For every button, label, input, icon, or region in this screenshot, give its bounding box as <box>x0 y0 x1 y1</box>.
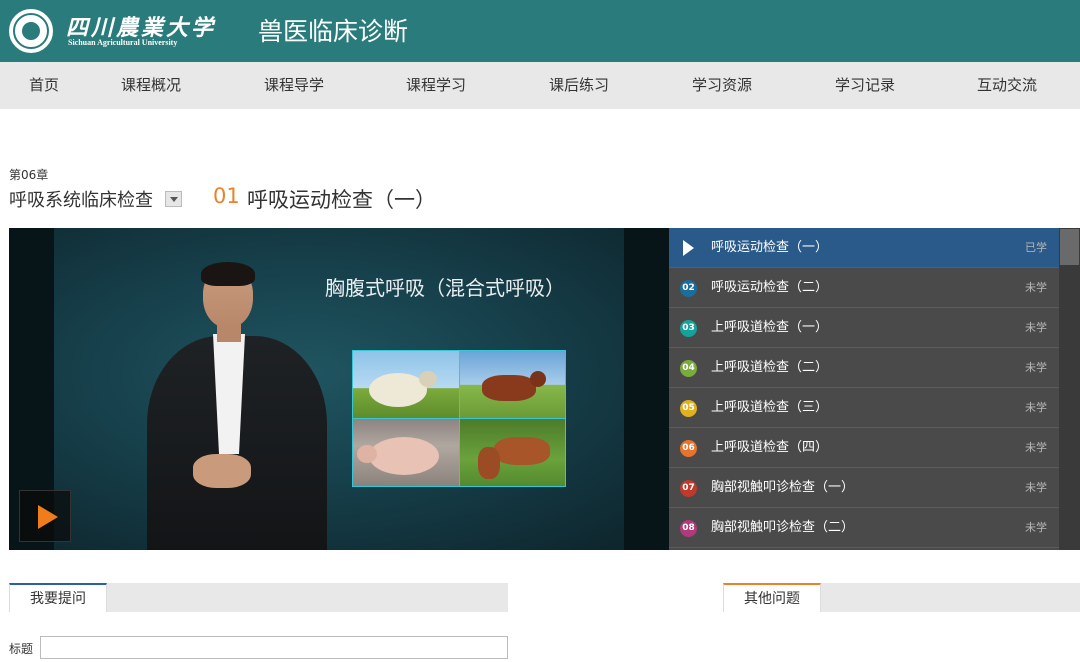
lesson-number-badge: 05 <box>680 400 697 417</box>
university-seal-logo[interactable] <box>9 9 53 53</box>
tab-other-questions[interactable]: 其他问题 <box>723 583 821 612</box>
chapter-dropdown-icon[interactable] <box>165 191 182 207</box>
site-header: 四川農業大学 Sichuan Agricultural University 兽… <box>0 0 1080 62</box>
nav-resources[interactable]: 学习资源 <box>692 62 752 109</box>
playlist-item-title: 上呼吸道检查（三） <box>711 400 829 415</box>
cow-body <box>481 375 536 401</box>
playlist-item-status: 未学 <box>1025 361 1047 374</box>
playlist-item-title: 胸部视触叩诊检查（一） <box>711 480 855 495</box>
horse-body <box>493 437 550 465</box>
lesson-number-badge: 04 <box>680 360 697 377</box>
play-icon[interactable] <box>19 490 71 542</box>
playlist-item-status: 已学 <box>1025 241 1047 254</box>
horse-neck <box>477 447 500 479</box>
playlist-item-title: 上呼吸道检查（一） <box>711 320 829 335</box>
playlist-item-status: 未学 <box>1025 401 1047 414</box>
lesson-number-badge: 02 <box>680 280 697 297</box>
lecturer-hands <box>193 454 251 488</box>
lesson-number-badge: 08 <box>680 520 697 537</box>
nav-course-guide[interactable]: 课程导学 <box>264 62 324 109</box>
playlist-item-title: 呼吸运动检查（二） <box>711 280 829 295</box>
question-title-input[interactable] <box>40 636 508 659</box>
video-letterbox-right <box>624 228 669 550</box>
playlist-item-05[interactable]: 05 上呼吸道检查（三） 未学 <box>669 388 1059 428</box>
nav-interaction[interactable]: 互动交流 <box>977 62 1037 109</box>
now-playing-icon <box>683 240 694 256</box>
playlist-item-status: 未学 <box>1025 521 1047 534</box>
cow-head <box>529 371 546 387</box>
cow-photo <box>459 351 565 418</box>
nav-study-records[interactable]: 学习记录 <box>835 62 895 109</box>
lesson-playlist: 呼吸运动检查（一） 已学 02 呼吸运动检查（二） 未学 03 上呼吸道检查（一… <box>669 228 1059 550</box>
playlist-item-07[interactable]: 07 胸部视触叩诊检查（一） 未学 <box>669 468 1059 508</box>
playlist-item-03[interactable]: 03 上呼吸道检查（一） 未学 <box>669 308 1059 348</box>
nav-exercises[interactable]: 课后练习 <box>549 62 609 109</box>
playlist-item-status: 未学 <box>1025 441 1047 454</box>
seal-ring <box>13 13 49 49</box>
lesson-number-badge: 03 <box>680 320 697 337</box>
nav-course-overview[interactable]: 课程概况 <box>121 62 181 109</box>
playlist-item-title: 上呼吸道检查（二） <box>711 360 829 375</box>
video-player[interactable]: 胸腹式呼吸（混合式呼吸） <box>9 228 669 550</box>
nav-home[interactable]: 首页 <box>29 62 59 109</box>
playlist-item-status: 未学 <box>1025 321 1047 334</box>
chapter-name: 呼吸系统临床检查 <box>9 190 153 211</box>
lesson-number-badge: 07 <box>680 480 697 497</box>
seal-core <box>22 22 40 40</box>
tab-ask-question[interactable]: 我要提问 <box>9 583 107 612</box>
slide-caption: 胸腹式呼吸（混合式呼吸） <box>325 276 565 300</box>
playlist-item-01[interactable]: 呼吸运动检查（一） 已学 <box>669 228 1059 268</box>
lecturer-hair <box>201 262 255 286</box>
nav-course-study[interactable]: 课程学习 <box>406 62 466 109</box>
pig-head <box>357 445 377 463</box>
course-title: 兽医临床诊断 <box>258 17 409 46</box>
playlist-item-status: 未学 <box>1025 481 1047 494</box>
playlist-item-title: 胸部视触叩诊检查（二） <box>711 520 855 535</box>
playlist-item-title: 呼吸运动检查（一） <box>711 240 829 255</box>
playlist-item-status: 未学 <box>1025 281 1047 294</box>
playlist-item-04[interactable]: 04 上呼吸道检查（二） 未学 <box>669 348 1059 388</box>
university-name-en: Sichuan Agricultural University <box>68 38 178 47</box>
playlist-item-02[interactable]: 02 呼吸运动检查（二） 未学 <box>669 268 1059 308</box>
lesson-title: 呼吸运动检查（一） <box>247 188 436 212</box>
title-field-label: 标题 <box>9 642 34 656</box>
playlist-scroll-thumb[interactable] <box>1060 229 1079 265</box>
sheep-photo <box>353 351 459 418</box>
playlist-item-06[interactable]: 06 上呼吸道检查（四） 未学 <box>669 428 1059 468</box>
lesson-number-badge: 06 <box>680 440 697 457</box>
playlist-item-08[interactable]: 08 胸部视触叩诊检查（二） 未学 <box>669 508 1059 548</box>
chapter-label: 第06章 <box>9 168 49 182</box>
horse-photo <box>459 419 565 486</box>
pig-photo <box>353 419 459 486</box>
pig-body <box>369 437 439 475</box>
lesson-number: 01 <box>213 184 240 208</box>
main-nav: 首页 课程概况 课程导学 课程学习 课后练习 学习资源 学习记录 互动交流 <box>0 62 1080 109</box>
lecturer-figure <box>127 262 337 550</box>
sheep-head <box>419 371 437 387</box>
animal-photo-grid <box>352 350 566 487</box>
playlist-item-title: 上呼吸道检查（四） <box>711 440 829 455</box>
playlist-scrollbar[interactable] <box>1059 228 1080 550</box>
